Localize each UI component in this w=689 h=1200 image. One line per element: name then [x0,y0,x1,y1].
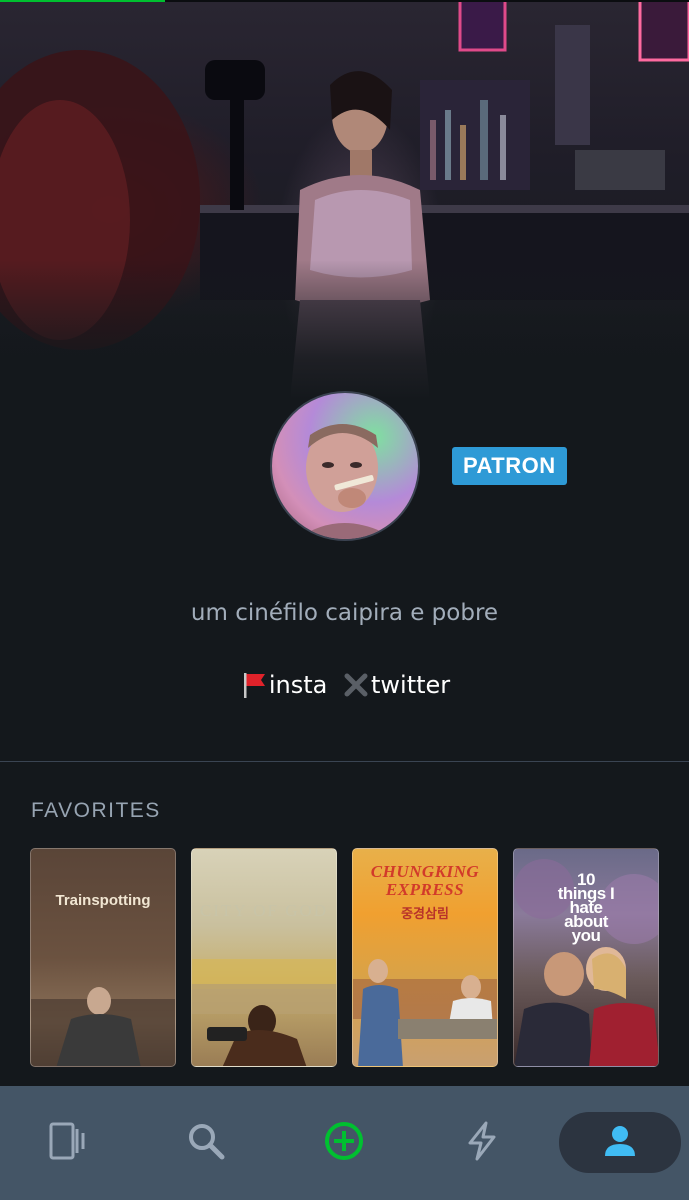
nav-activity[interactable] [422,1086,542,1200]
nav-films[interactable] [8,1086,128,1200]
favorite-poster-trainspotting[interactable]: Trainspotting [30,848,176,1067]
nav-add[interactable] [284,1086,404,1200]
favorite-poster-10-things[interactable]: 10 things I hate about you [513,848,659,1067]
backdrop-fade [0,260,689,400]
cross-mark-icon [341,670,371,700]
story-progress-bar [0,0,689,2]
profile-icon [602,1123,638,1163]
nav-profile[interactable] [559,1112,681,1173]
poster-title: Trainspotting [55,892,151,909]
favorites-heading: FAVORITES [31,799,161,822]
add-icon [323,1120,365,1166]
profile-links: insta twitter [0,670,689,700]
poster-title: CITY OF GOD [199,901,329,920]
red-flag-icon [239,670,269,700]
activity-icon [464,1121,500,1165]
avatar-portrait [297,424,396,539]
bottom-navigation [0,1086,689,1200]
poster-subtitle: 중경삼림 [401,907,449,922]
twitter-link[interactable]: twitter [371,671,450,699]
insta-link[interactable]: insta [269,671,328,699]
favorite-poster-city-of-god[interactable]: CITY OF GOD [191,848,337,1067]
favorite-poster-chungking-express[interactable]: CHUNGKING EXPRESS 중경삼림 [352,848,498,1067]
poster-title: CHUNGKING EXPRESS [370,862,480,899]
search-icon [186,1121,226,1165]
poster-title: 10 things I hate about you [557,870,615,945]
profile-avatar[interactable] [270,391,420,541]
patron-badge: PATRON [452,447,567,485]
films-icon [48,1121,88,1165]
story-progress-fill [0,0,166,2]
profile-backdrop-image [0,0,689,400]
profile-bio: um cinéfilo caipira e pobre [190,600,499,626]
nav-search[interactable] [146,1086,266,1200]
section-divider [0,761,689,762]
